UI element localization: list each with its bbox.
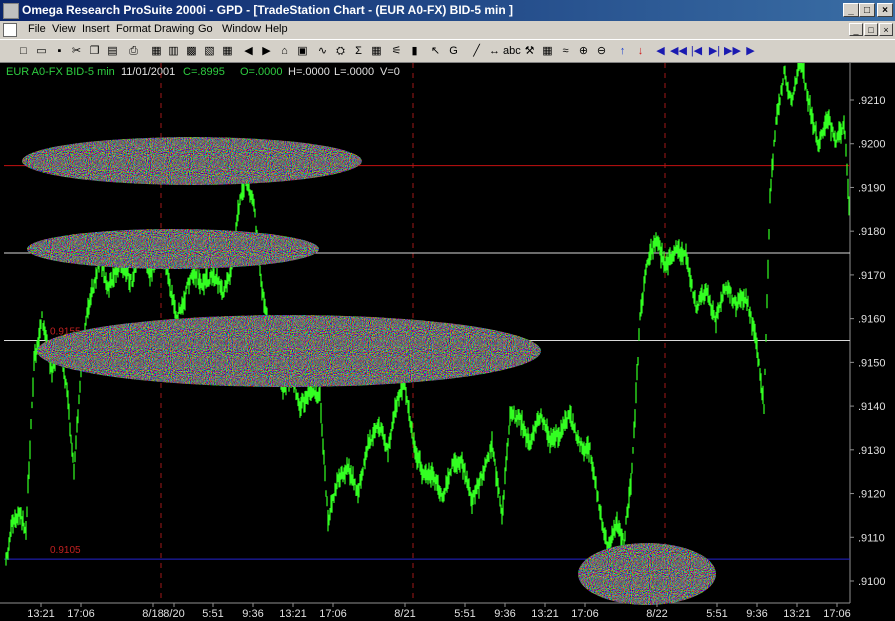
time-axis-label-8: 8/21 — [394, 608, 415, 620]
price-axis-label-11: .9100 — [858, 576, 886, 588]
fib-icon[interactable]: ≈ — [557, 43, 574, 60]
time-axis-label-2: 8/18 — [142, 608, 163, 620]
price-axis-label-10: .9110 — [858, 532, 885, 544]
time-axis-label-5: 9:36 — [242, 608, 263, 620]
menu-drawing[interactable]: Drawing — [154, 23, 194, 35]
price-axis-label-1: .9200 — [858, 139, 886, 151]
time-axis-label-3: 8/20 — [163, 608, 184, 620]
noise-blob-0 — [22, 137, 362, 185]
save-icon[interactable]: ▪ — [51, 43, 68, 60]
strategy-icon[interactable]: ⛭ — [332, 43, 349, 60]
print-icon[interactable]: ⎙ — [125, 43, 142, 60]
doc-minimize-button[interactable]: _ — [849, 23, 863, 36]
back-icon[interactable]: ◀ — [240, 43, 257, 60]
price-axis-label-3: .9180 — [858, 226, 886, 238]
price-chart[interactable]: EUR A0-FX BID-5 min 11/01/2001 C=.8995 O… — [0, 63, 895, 621]
time-axis-label-17: 17:06 — [823, 608, 851, 620]
open-icon[interactable]: ▭ — [33, 43, 50, 60]
grid-view-icon[interactable]: ▦ — [368, 43, 385, 60]
doc-close-button[interactable]: × — [879, 23, 893, 36]
double-right-icon[interactable]: ▶▶ — [724, 43, 741, 60]
menu-file[interactable]: File — [28, 23, 46, 35]
table-icon[interactable]: ▦ — [219, 43, 236, 60]
price-axis-label-9: .9120 — [858, 489, 886, 501]
price-axis-label-4: .9170 — [858, 270, 886, 282]
text-icon[interactable]: abc — [503, 43, 521, 60]
bar-icon[interactable]: ▮ — [406, 43, 423, 60]
close-button[interactable]: × — [877, 3, 893, 17]
chart-type-icon[interactable]: ⚟ — [388, 43, 405, 60]
title-bar: Omega Research ProSuite 2000i - GPD - [T… — [0, 0, 895, 21]
tools-icon[interactable]: ⚒ — [521, 43, 538, 60]
price-axis-label-7: .9140 — [858, 401, 886, 413]
symbol-icon[interactable]: Σ — [350, 43, 367, 60]
window-title: Omega Research ProSuite 2000i - GPD - [T… — [22, 3, 513, 17]
right-icon[interactable]: ▶ — [742, 43, 759, 60]
document-icon[interactable] — [3, 23, 17, 37]
cut-icon[interactable]: ✂ — [68, 43, 85, 60]
zoom-out-icon[interactable]: ⊖ — [593, 43, 610, 60]
level-label-3: 0.9105 — [50, 545, 81, 556]
menu-format[interactable]: Format — [116, 23, 151, 35]
price-axis-label-8: .9130 — [858, 445, 886, 457]
down-arrow-icon[interactable]: ↓ — [632, 43, 649, 60]
menu-window[interactable]: Window — [222, 23, 261, 35]
double-left-icon[interactable]: ◀◀ — [670, 43, 687, 60]
menu-view[interactable]: View — [52, 23, 76, 35]
forward-icon[interactable]: ▶ — [258, 43, 275, 60]
time-axis-label-12: 17:06 — [571, 608, 599, 620]
doc-restore-button[interactable]: □ — [864, 23, 878, 36]
pointer-icon[interactable]: ↖ — [427, 43, 444, 60]
maximize-button[interactable]: □ — [859, 3, 875, 17]
gap-icon[interactable]: G — [445, 43, 462, 60]
time-axis-label-6: 13:21 — [279, 608, 307, 620]
paste-icon[interactable]: ▤ — [104, 43, 121, 60]
noise-blob-2 — [37, 315, 541, 387]
price-axis-label-5: .9160 — [858, 314, 886, 326]
time-axis-label-0: 13:21 — [27, 608, 55, 620]
time-axis-label-16: 13:21 — [783, 608, 811, 620]
magnify-icon[interactable]: ⊕ — [575, 43, 592, 60]
menu-insert[interactable]: Insert — [82, 23, 110, 35]
horizontal-icon[interactable]: ↔ — [486, 43, 503, 60]
app-icon[interactable] — [3, 3, 19, 19]
sheet-icon[interactable]: ▧ — [201, 43, 218, 60]
minimize-button[interactable]: _ — [843, 3, 859, 17]
price-series — [5, 63, 850, 566]
time-axis-label-11: 13:21 — [531, 608, 559, 620]
time-axis-label-4: 5:51 — [202, 608, 223, 620]
last-icon[interactable]: ▶| — [706, 43, 723, 60]
left-icon[interactable]: ◀ — [652, 43, 669, 60]
up-arrow-icon[interactable]: ↑ — [614, 43, 631, 60]
toolbar: □ ▭ ▪ ✂ ❐ ▤ ⎙ ▦ ▥ ▩ ▧ ▦ ◀ ▶ ⌂ ▣ ∿ ⛭ Σ ▦ ⚟ ▮ ↖ G ╱ ↔ abc ⚒ ▦ ≈ ⊕ ⊖ ↑ ↓ ◀ ◀◀ |… — [0, 39, 895, 63]
copy-icon[interactable]: ❐ — [86, 43, 103, 60]
arrange-icon[interactable]: ▣ — [294, 43, 311, 60]
menu-help[interactable]: Help — [265, 23, 288, 35]
time-axis-label-9: 5:51 — [454, 608, 475, 620]
home-icon[interactable]: ⌂ — [276, 43, 293, 60]
price-axis-label-2: .9190 — [858, 182, 886, 194]
first-icon[interactable]: |◀ — [688, 43, 705, 60]
time-axis-label-13: 8/22 — [646, 608, 667, 620]
time-axis-label-14: 5:51 — [706, 608, 727, 620]
noise-blob-3 — [578, 543, 716, 605]
time-axis-label-7: 17:06 — [319, 608, 347, 620]
grid-icon[interactable]: ▩ — [183, 43, 200, 60]
menu-go[interactable]: Go — [198, 23, 213, 35]
trendline-icon[interactable]: ╱ — [468, 43, 485, 60]
price-axis-label-0: .9210 — [858, 95, 886, 107]
noise-blob-1 — [27, 229, 319, 269]
time-axis-label-15: 9:36 — [746, 608, 767, 620]
chart-window-icon[interactable]: ▦ — [148, 43, 165, 60]
time-axis-label-1: 17:06 — [67, 608, 95, 620]
calculator-icon[interactable]: ▦ — [539, 43, 556, 60]
time-axis-label-10: 9:36 — [494, 608, 515, 620]
price-axis-label-6: .9150 — [858, 357, 886, 369]
indicator-icon[interactable]: ∿ — [314, 43, 331, 60]
page-icon[interactable]: ▥ — [165, 43, 182, 60]
chart-plot: 0.91550.9105.9210.9200.9190.9180.9170.91… — [0, 63, 886, 620]
menu-bar: File View Insert Format Drawing Go Windo… — [0, 21, 895, 39]
new-icon[interactable]: □ — [15, 43, 32, 60]
